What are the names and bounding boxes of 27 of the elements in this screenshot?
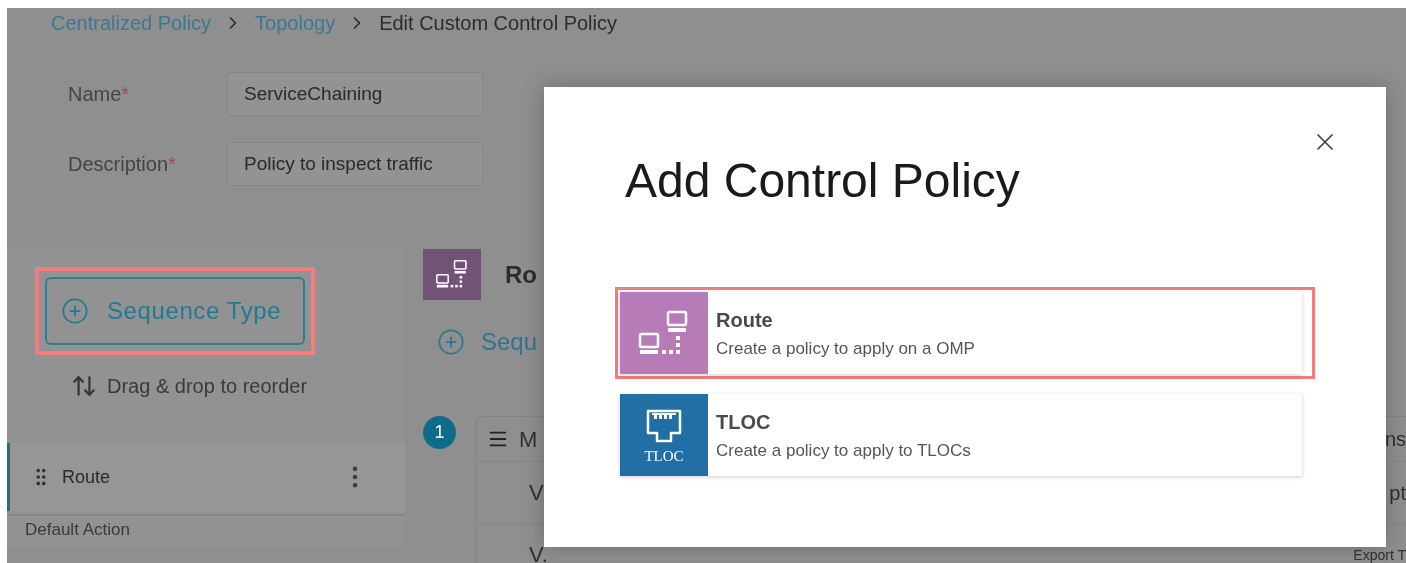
- option-title: TLOC: [716, 411, 772, 432]
- default-action-label: Default Action: [25, 520, 130, 539]
- dialog-title: Add Control Policy: [625, 157, 1020, 205]
- plus-circle-icon: [61, 297, 89, 325]
- option-title: Route: [716, 309, 774, 330]
- tile-label: TLOC: [644, 448, 684, 464]
- row-value: pt: [1389, 482, 1406, 503]
- row-label: M: [519, 425, 538, 454]
- sequence-number-badge: 1: [423, 416, 456, 449]
- plus-circle-icon: [437, 328, 465, 356]
- option-description: Create a policy to apply on a OMP: [716, 339, 975, 357]
- text-field[interactable]: ServiceChaining: [227, 72, 483, 116]
- row-value: Export T: [1353, 547, 1406, 562]
- breadcrumb-current: Edit Custom Control Policy: [379, 11, 617, 36]
- sequence-item[interactable]: Route: [7, 443, 405, 511]
- field-label: Name*: [67, 82, 131, 107]
- reorder-icon: [71, 373, 97, 399]
- field-label: Description*: [67, 152, 177, 177]
- row-value: ns: [1384, 429, 1406, 449]
- reorder-hint: Drag & drop to reorder: [107, 374, 308, 399]
- text-field[interactable]: Policy to inspect traffic: [227, 142, 483, 186]
- policy-type-option[interactable]: Route Create a policy to apply on a OMP: [615, 287, 1315, 379]
- row-label: V.: [529, 541, 548, 563]
- sequence-item-label: Route: [62, 465, 112, 489]
- row-label: V: [529, 479, 544, 507]
- option-description: Create a policy to apply to TLOCs: [716, 441, 971, 459]
- section-title: Ro: [505, 259, 537, 290]
